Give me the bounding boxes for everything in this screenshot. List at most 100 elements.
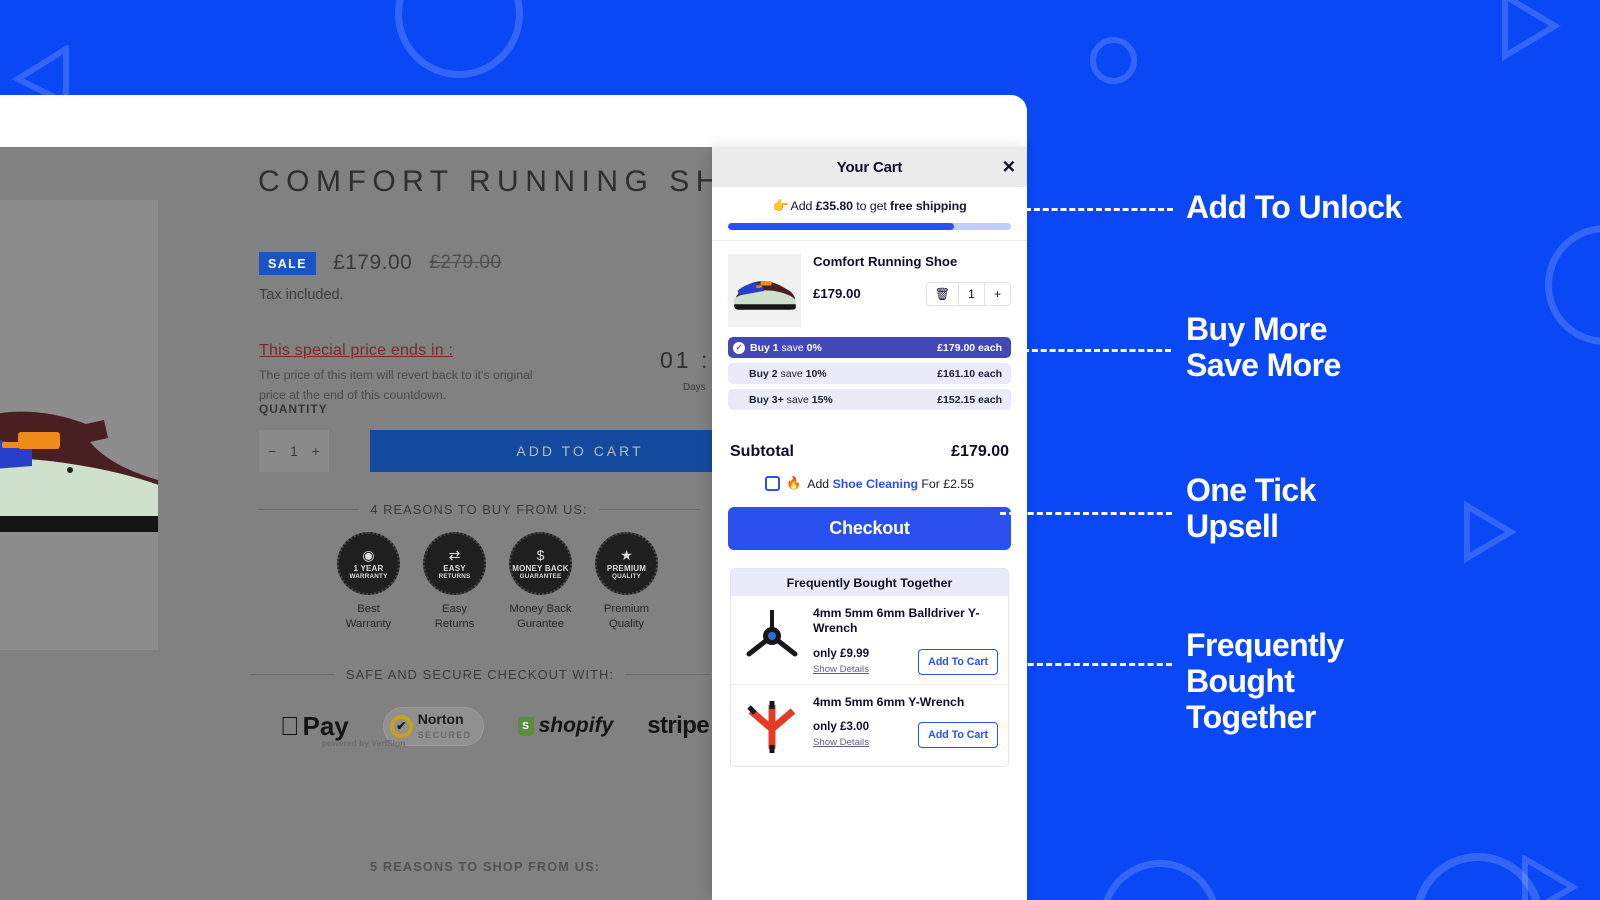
tier-word: save	[778, 341, 807, 354]
badge-caption: Premium Quality	[603, 603, 650, 631]
tier-option[interactable]: Buy 2 save 10% £161.10 each	[728, 363, 1011, 384]
shoe-thumbnail-icon	[733, 281, 796, 310]
frequently-bought-together: Frequently Bought Together 4mm 5mm 6mm B…	[730, 568, 1009, 767]
badge-glyph: ★	[620, 546, 633, 563]
apple-icon: 	[280, 711, 300, 742]
badge-line2: RETURNS	[438, 572, 471, 580]
sale-badge: SALE	[259, 251, 316, 275]
running-shoe-illustration	[0, 411, 158, 532]
shipping-highlight: free shipping	[890, 199, 967, 213]
tier-percent: 15%	[811, 393, 833, 406]
trust-badge: ★ PREMIUM QUALITY Premium Quality	[593, 532, 660, 633]
fbt-item: 4mm 5mm 6mm Balldriver Y-Wrench only £9.…	[731, 596, 1008, 685]
cart-header: Your Cart ✕	[712, 147, 1027, 187]
free-shipping-progress: 👉 Add £35.80 to get free shipping	[712, 187, 1027, 241]
product-image	[0, 200, 158, 650]
check-icon: ✓	[733, 341, 745, 354]
quantity-increase-button[interactable]: +	[312, 443, 320, 459]
fbt-price-group: only £3.00 Show Details	[813, 717, 869, 748]
timer-label-days: Days	[682, 382, 706, 393]
tier-qty: Buy 1	[750, 341, 779, 354]
tier-option[interactable]: Buy 3+ save 15% £152.15 each	[728, 389, 1011, 410]
trust-badge: ◉ 1 YEAR WARRANTY Best Warranty	[335, 532, 402, 633]
free-shipping-message: 👉 Add £35.80 to get free shipping	[728, 198, 1011, 214]
y-wrench-icon	[746, 610, 798, 657]
badge-caption: Easy Returns	[434, 603, 475, 631]
y-wrench-icon	[747, 700, 796, 753]
divider-rule	[625, 674, 710, 675]
tier-word: save	[777, 367, 806, 380]
callout-connector-line	[1023, 349, 1171, 352]
trash-icon[interactable]: 🗑	[927, 283, 958, 305]
badge-line1: 1 YEAR	[353, 563, 384, 573]
tier-price: £179.00 each	[937, 341, 1002, 354]
show-details-link[interactable]: Show Details	[813, 737, 869, 748]
tier-label: Buy 3+ save 15%	[749, 394, 833, 406]
original-price: £279.00	[429, 252, 502, 273]
cart-line-item: Comfort Running Shoe £179.00 🗑 1 +	[712, 241, 1027, 337]
circle-outline-decoration	[395, 0, 523, 78]
fbt-price-group: only £9.99 Show Details	[813, 644, 869, 675]
fbt-details: 4mm 5mm 6mm Y-Wrench only £3.00 Show Det…	[813, 695, 998, 757]
triangle-outline-decoration	[1515, 855, 1585, 900]
fbt-item-price: only £9.99	[813, 646, 870, 660]
tier-label-group: ✓ Buy 1 save 0%	[733, 341, 822, 354]
page-title: COMFORT RUNNING SHOE	[258, 165, 781, 198]
tier-price: £161.10 each	[937, 367, 1002, 380]
fbt-details: 4mm 5mm 6mm Balldriver Y-Wrench only £9.…	[813, 606, 998, 675]
shop-reasons-heading: 5 REASONS TO SHOP FROM US:	[370, 859, 601, 874]
quantity-label: QUANTITY	[259, 402, 328, 416]
divider-rule	[250, 674, 335, 675]
callout-buy-more-save-more: Buy More Save More	[1186, 311, 1341, 383]
upsell-suffix: For £2.55	[917, 476, 975, 491]
callout-add-to-unlock: Add To Unlock	[1186, 189, 1402, 225]
shipping-middle: to get	[852, 199, 891, 213]
fbt-thumbnail	[741, 695, 803, 757]
payment-logos:  Pay ✔ Norton SECURED powered by VeriSi…	[280, 707, 767, 748]
money-back-seal-icon: $ MONEY BACK GUARANTEE	[509, 532, 572, 595]
tier-label: Buy 1 save 0%	[750, 342, 822, 354]
cart-title: Your Cart	[836, 158, 903, 176]
badge-line1: PREMIUM	[606, 563, 647, 573]
show-details-link[interactable]: Show Details	[813, 664, 869, 675]
tier-label-group: Buy 3+ save 15%	[737, 394, 833, 406]
checkout-button[interactable]: Checkout	[728, 507, 1011, 550]
line-item-quantity-control[interactable]: 🗑 1 +	[925, 281, 1011, 306]
shopify-label: shopify	[519, 714, 614, 738]
current-price: £179.00	[332, 251, 413, 274]
fbt-item-price: only £3.00	[813, 720, 870, 734]
divider-rule	[258, 509, 360, 510]
fire-icon: 🔥	[785, 476, 802, 490]
increase-quantity-button[interactable]: +	[984, 282, 1010, 305]
secure-checkout-text: SAFE AND SECURE CHECKOUT WITH:	[345, 667, 615, 682]
quantity-stepper[interactable]: − 1 +	[259, 430, 329, 472]
shipping-amount: £35.80	[815, 199, 853, 213]
fbt-add-to-cart-button[interactable]: Add To Cart	[918, 722, 998, 749]
volume-discount-tiers: ✓ Buy 1 save 0% £179.00 each Buy 2 save …	[712, 337, 1027, 410]
tier-percent: 10%	[805, 367, 827, 380]
circle-outline-decoration	[1090, 37, 1137, 84]
upsell-checkbox[interactable]	[764, 476, 780, 491]
callout-connector-line	[1000, 512, 1172, 515]
trust-badge: ⇄ EASY RETURNS Easy Returns	[421, 532, 488, 633]
quantity-decrease-button[interactable]: −	[268, 443, 276, 459]
badge-line2: QUALITY	[611, 572, 642, 580]
upsell-link[interactable]: Shoe Cleaning	[833, 477, 918, 491]
tier-option[interactable]: ✓ Buy 1 save 0% £179.00 each	[728, 337, 1011, 358]
progress-track	[728, 223, 1011, 230]
stripe-logo: stripe	[627, 712, 709, 740]
secure-checkout-heading: SAFE AND SECURE CHECKOUT WITH:	[250, 667, 710, 682]
norton-text: Norton SECURED	[418, 711, 472, 742]
badge-caption: Money Back Gurantee	[509, 603, 572, 631]
badge-glyph: ⇄	[448, 546, 461, 563]
countdown-description: The price of this item will revert back …	[259, 368, 533, 402]
subtotal-value: £179.00	[951, 443, 1009, 460]
close-icon[interactable]: ✕	[1002, 159, 1016, 176]
upsell-prefix: Add	[807, 476, 833, 491]
fbt-add-to-cart-button[interactable]: Add To Cart	[918, 648, 998, 675]
upsell-text: Add Shoe Cleaning For £2.55	[807, 477, 974, 491]
shopify-logo: S shopify	[517, 714, 614, 738]
callout-frequently-bought-together: Frequently Bought Together	[1186, 627, 1344, 735]
pointing-hand-icon: 👉	[772, 198, 789, 213]
circle-outline-decoration	[1100, 860, 1220, 900]
